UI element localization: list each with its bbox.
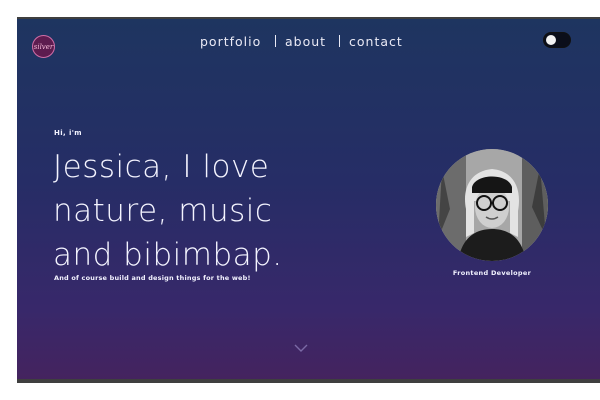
toggle-knob <box>546 35 556 45</box>
hero-tagline: And of course build and design things fo… <box>54 274 251 282</box>
role-caption: Frontend Developer <box>452 269 532 277</box>
headline-line-2: nature, music <box>53 193 273 229</box>
profile-photo <box>436 149 548 261</box>
page-frame-top <box>0 0 600 18</box>
headline-line-3: and bibimbap. <box>53 237 283 273</box>
chevron-down-icon[interactable] <box>294 343 308 353</box>
screen-border-top <box>17 17 600 19</box>
hero-section: silver portfolio about contact Hi, i'm J… <box>17 17 600 383</box>
nav-link-contact[interactable]: contact <box>349 34 403 49</box>
screen-border-bottom <box>17 379 600 383</box>
nav-link-about[interactable]: about <box>285 34 326 49</box>
nav-divider <box>339 35 340 47</box>
nav-link-portfolio[interactable]: portfolio <box>200 34 261 49</box>
hero-greeting: Hi, i'm <box>54 129 82 137</box>
main-nav: portfolio about contact <box>17 34 600 50</box>
headline-line-1: Jessica, I love <box>53 149 270 185</box>
dark-mode-toggle[interactable] <box>544 33 570 47</box>
nav-divider <box>275 35 276 47</box>
hero-headline: Jessica, I love nature, music and bibimb… <box>53 145 383 277</box>
